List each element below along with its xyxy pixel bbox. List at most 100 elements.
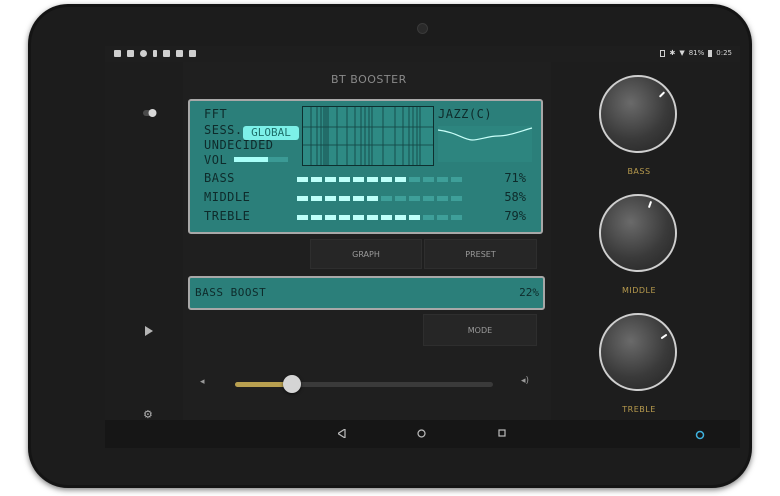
- meter-segment: [381, 196, 392, 201]
- bluetooth-icon: ✱: [669, 49, 676, 57]
- meter-segment: [297, 196, 308, 201]
- meter-segment: [367, 215, 378, 220]
- meter-segment: [409, 196, 420, 201]
- middle-knob[interactable]: [599, 194, 677, 272]
- meter-segment: [451, 196, 462, 201]
- meter-segment: [451, 215, 462, 220]
- battery-icon: [708, 49, 713, 57]
- bass-boost-label: BASS BOOST: [195, 286, 267, 299]
- toggle-icon[interactable]: [143, 102, 157, 117]
- app-title: BT BOOSTER: [331, 73, 407, 86]
- bass-percent: 71%: [504, 171, 526, 185]
- treble-percent: 79%: [504, 209, 526, 223]
- home-icon[interactable]: [417, 429, 426, 441]
- meter-segment: [409, 177, 420, 182]
- notification-icon: [163, 50, 170, 57]
- meter-segment: [297, 177, 308, 182]
- clock: 0:25: [716, 49, 732, 57]
- volume-high-icon: ◂): [521, 376, 530, 386]
- meter-segment: [451, 177, 462, 182]
- notification-icon: [114, 50, 121, 57]
- meter-segment: [297, 215, 308, 220]
- bass-meter: [297, 177, 462, 182]
- middle-meter: [297, 196, 462, 201]
- bass-knob[interactable]: [599, 75, 677, 153]
- notification-icon: [176, 50, 183, 57]
- bass-label: BASS: [204, 171, 235, 185]
- meter-segment: [381, 215, 392, 220]
- middle-knob-label: MIDDLE: [621, 286, 657, 295]
- notification-icon: [140, 50, 147, 57]
- volume-slider[interactable]: [235, 375, 493, 393]
- bass-boost-percent: 22%: [519, 286, 539, 299]
- graph-button[interactable]: GRAPH: [310, 239, 422, 269]
- meter-segment: [325, 215, 336, 220]
- notification-icon: [127, 50, 134, 57]
- knob-panel: BASS MIDDLE TREBLE: [551, 62, 740, 420]
- meter-segment: [367, 177, 378, 182]
- main-panel: BT BOOSTER FFT SESS. GLOBAL UNDECIDED VO…: [183, 62, 551, 420]
- meter-segment: [311, 196, 322, 201]
- meter-segment: [325, 177, 336, 182]
- volume-meter: [234, 157, 268, 162]
- meter-segment: [353, 196, 364, 201]
- tablet-frame: ✱ ▼ 81% 0:25 ⚙ BT BOOSTER FFT SESS. GLOB…: [28, 4, 752, 488]
- meter-segment: [409, 215, 420, 220]
- notification-icon: [189, 50, 196, 57]
- mode-button[interactable]: MODE: [423, 314, 537, 346]
- meter-segment: [339, 177, 350, 182]
- usb-icon: [153, 50, 157, 57]
- recents-icon[interactable]: [498, 429, 506, 440]
- meter-segment: [437, 196, 448, 201]
- notification-icons: [114, 50, 196, 57]
- volume-low-icon: ◂: [200, 377, 205, 387]
- meter-segment: [339, 215, 350, 220]
- meter-segment: [381, 177, 392, 182]
- status-bar: ✱ ▼ 81% 0:25: [105, 46, 740, 62]
- treble-label: TREBLE: [204, 209, 251, 223]
- treble-knob[interactable]: [599, 313, 677, 391]
- middle-label: MIDDLE: [204, 190, 251, 204]
- volume-meter-remaining: [268, 157, 288, 162]
- meter-segment: [437, 177, 448, 182]
- status-label: UNDECIDED: [204, 138, 274, 152]
- battery-level: 81%: [688, 49, 705, 57]
- treble-knob-label: TREBLE: [622, 405, 656, 414]
- session-label: SESS.: [204, 123, 243, 137]
- meter-segment: [437, 215, 448, 220]
- status-right: ✱ ▼ 81% 0:25: [660, 49, 732, 57]
- volume-slider-thumb[interactable]: [282, 375, 301, 393]
- meter-segment: [311, 215, 322, 220]
- meter-segment: [395, 177, 406, 182]
- meter-segment: [423, 177, 434, 182]
- navigation-bar: [105, 420, 740, 448]
- meter-segment: [395, 215, 406, 220]
- meter-segment: [339, 196, 350, 201]
- front-camera: [417, 23, 428, 34]
- treble-meter: [297, 215, 462, 220]
- meter-segment: [367, 196, 378, 201]
- meter-segment: [353, 177, 364, 182]
- middle-percent: 58%: [504, 190, 526, 204]
- meter-segment: [423, 196, 434, 201]
- fft-graph[interactable]: [302, 106, 434, 166]
- meter-segment: [325, 196, 336, 201]
- bass-boost-bar[interactable]: BASS BOOST 22%: [188, 276, 545, 310]
- back-icon[interactable]: [336, 427, 346, 441]
- assistant-icon[interactable]: [695, 425, 705, 444]
- middle-knob-indicator: [647, 200, 653, 209]
- preset-curve[interactable]: JAZZ(C): [436, 106, 534, 164]
- play-icon[interactable]: [145, 321, 153, 340]
- meter-segment: [395, 196, 406, 201]
- left-sidebar: ⚙: [105, 62, 183, 421]
- screen: ✱ ▼ 81% 0:25 ⚙ BT BOOSTER FFT SESS. GLOB…: [105, 46, 740, 448]
- wifi-icon: ▼: [679, 49, 685, 57]
- treble-knob-indicator: [660, 333, 668, 340]
- preset-button[interactable]: PRESET: [424, 239, 537, 269]
- vibrate-icon: [660, 49, 666, 57]
- meter-segment: [311, 177, 322, 182]
- meter-segment: [423, 215, 434, 220]
- lcd-display: FFT SESS. GLOBAL UNDECIDED VOL JAZZ(C) B…: [188, 99, 543, 234]
- bass-knob-label: BASS: [627, 167, 651, 176]
- volume-label: VOL: [204, 153, 228, 167]
